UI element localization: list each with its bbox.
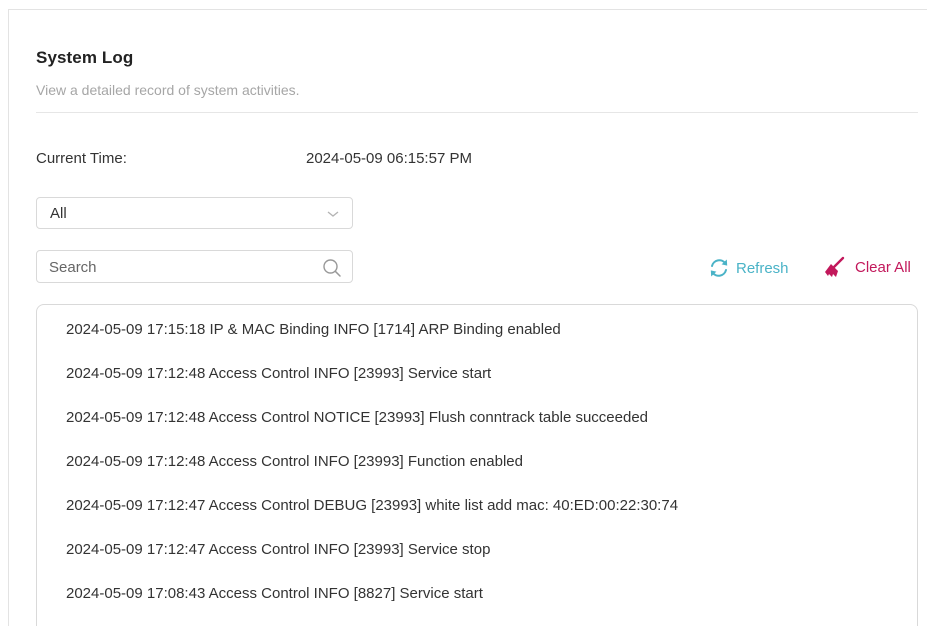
clear-all-button[interactable]: Clear All	[823, 255, 911, 279]
current-time-value: 2024-05-09 06:15:57 PM	[306, 150, 472, 167]
log-type-select[interactable]: All	[36, 197, 353, 229]
search-input[interactable]	[49, 257, 309, 277]
broom-icon	[825, 256, 845, 277]
refresh-icon	[710, 259, 728, 277]
log-list-container[interactable]: 2024-05-09 17:15:18 IP & MAC Binding INF…	[36, 304, 918, 626]
divider	[36, 112, 918, 113]
page-subtitle: View a detailed record of system activit…	[36, 82, 300, 98]
log-entry: 2024-05-09 17:12:47 Access Control DEBUG…	[66, 497, 679, 514]
search-box[interactable]	[36, 250, 353, 283]
log-type-selected-value: All	[50, 205, 67, 222]
page-title: System Log	[36, 48, 134, 67]
clear-all-label: Clear All	[855, 258, 911, 276]
chevron-down-icon	[327, 211, 339, 217]
log-entry: 2024-05-09 17:12:47 Access Control INFO …	[66, 541, 491, 558]
refresh-label: Refresh	[736, 259, 789, 277]
search-icon[interactable]	[322, 258, 342, 278]
log-entry: 2024-05-09 17:12:48 Access Control INFO …	[66, 453, 523, 470]
log-entry: 2024-05-09 17:12:48 Access Control INFO …	[66, 365, 492, 382]
log-list: 2024-05-09 17:15:18 IP & MAC Binding INF…	[66, 319, 678, 626]
log-entry: 2024-05-09 17:15:18 IP & MAC Binding INF…	[66, 321, 561, 338]
log-entry: 2024-05-09 17:12:48 Access Control NOTIC…	[66, 409, 649, 426]
refresh-button[interactable]: Refresh	[708, 256, 789, 280]
current-time-label: Current Time:	[36, 150, 127, 167]
log-entry: 2024-05-09 17:08:43 Access Control INFO …	[66, 585, 483, 602]
